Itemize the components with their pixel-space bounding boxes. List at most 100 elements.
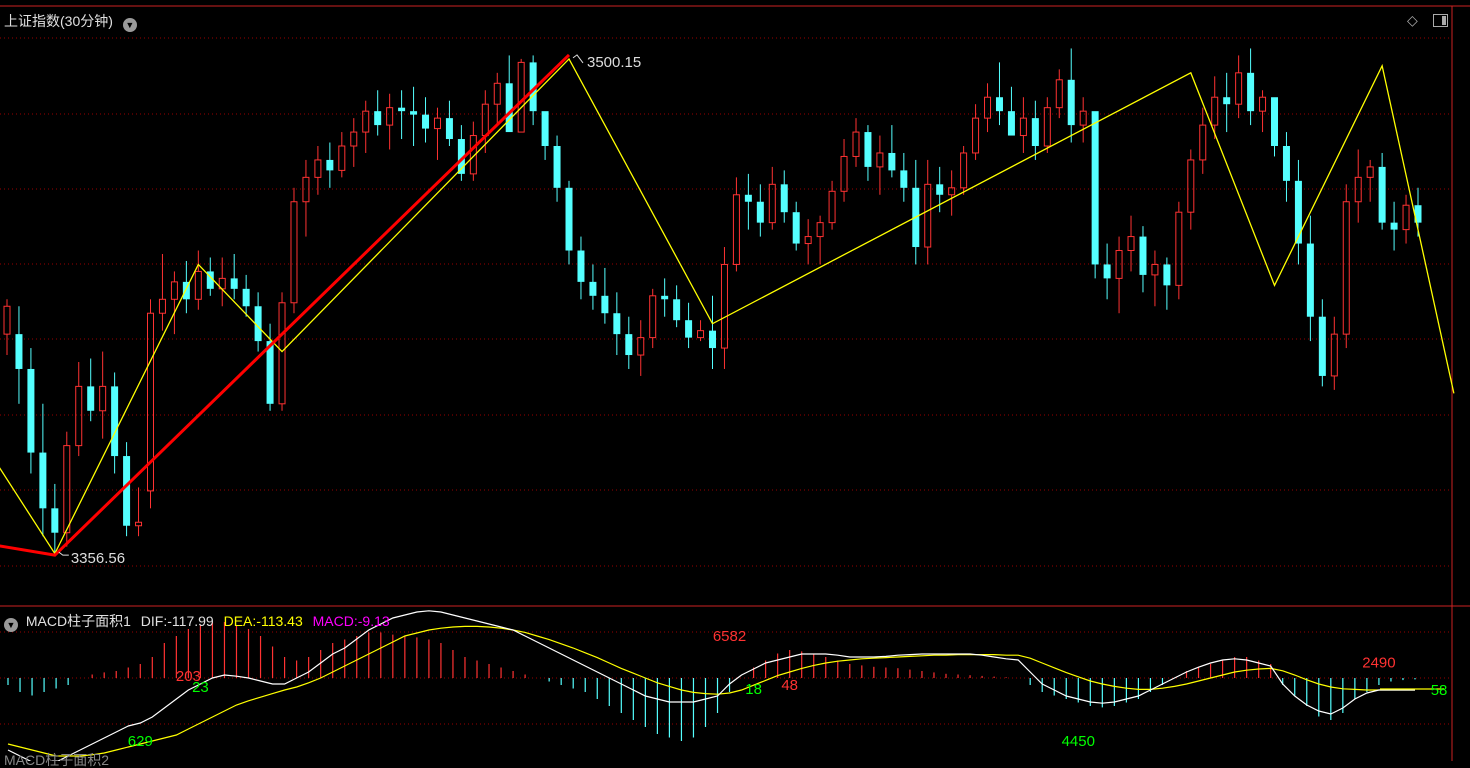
candle-body	[338, 145, 346, 171]
low-price-label: 3356.56	[71, 550, 125, 567]
candle-body	[517, 61, 525, 133]
candle-body	[637, 337, 645, 356]
candle-body	[852, 131, 860, 157]
candle-body	[1271, 97, 1279, 146]
candle-body	[1223, 97, 1231, 105]
candle-body	[924, 183, 932, 248]
candle-body	[876, 152, 884, 168]
chevron-down-circle-icon[interactable]: ▼	[4, 618, 18, 632]
candle-body	[1163, 264, 1171, 286]
candle-body	[1019, 117, 1027, 137]
candle-body	[1103, 264, 1111, 279]
candle-body	[744, 194, 752, 202]
bottom-indicator-header: MACD柱子面积2	[4, 752, 109, 768]
area-label: 23	[192, 679, 209, 696]
candle-body	[1055, 79, 1063, 109]
candle-body	[481, 103, 489, 137]
candle-body	[709, 330, 716, 349]
candle-body	[864, 132, 872, 167]
area-label: 6582	[713, 628, 746, 645]
bottom-indicator-title: MACD柱子面积2	[4, 752, 110, 768]
candle-body	[75, 385, 83, 447]
candle-body	[577, 250, 585, 282]
candle-body	[565, 187, 573, 251]
candle-body	[158, 298, 166, 314]
candle-body	[1235, 72, 1243, 105]
chevron-down-circle-icon[interactable]: ▼	[122, 18, 137, 32]
candle-body	[936, 184, 944, 195]
candle-body	[422, 114, 430, 129]
dea-line	[7, 625, 1415, 757]
candle-body	[170, 281, 178, 300]
dea-value: -113.43	[256, 613, 303, 629]
candle-body	[840, 155, 848, 192]
candle-body	[1247, 72, 1255, 112]
candle-body	[553, 146, 561, 188]
candle-body	[541, 111, 549, 146]
candle-body	[314, 159, 322, 178]
candle-body	[39, 452, 47, 509]
dif-label: DIF:	[140, 613, 168, 629]
candle-body	[720, 263, 728, 349]
candle-body	[1342, 201, 1350, 335]
candle-body	[1259, 96, 1267, 112]
candle-body	[661, 295, 669, 300]
candle-body	[768, 183, 776, 224]
candle-body	[1199, 124, 1207, 161]
candle-body	[948, 187, 956, 196]
candle-body	[87, 386, 95, 411]
candle-body	[350, 131, 358, 147]
candle-body	[804, 236, 812, 245]
candle-body	[135, 521, 143, 527]
diamond-icon[interactable]: ◇	[1407, 12, 1418, 29]
candle-body	[111, 386, 119, 457]
candle-body	[1067, 79, 1075, 126]
candle-body	[1318, 316, 1326, 376]
candle-body	[1175, 211, 1183, 286]
candle-body	[1330, 333, 1338, 377]
candle-body	[1211, 96, 1219, 126]
area-label: 18	[745, 681, 762, 698]
candle-body	[194, 270, 202, 300]
candle-body	[3, 305, 11, 335]
candle-body	[99, 385, 107, 412]
candle-body	[972, 117, 980, 154]
dif-line	[7, 610, 1415, 761]
candle-body	[816, 222, 824, 238]
candle-body	[900, 170, 908, 188]
candle-body	[732, 194, 740, 265]
dif-value: -117.99	[167, 613, 214, 629]
candle-body	[1390, 222, 1398, 230]
candle-body	[601, 295, 609, 314]
zigzag-line	[0, 57, 1455, 555]
area-label: 58	[1431, 682, 1448, 699]
candle-body	[960, 152, 968, 189]
dea-label: DEA:	[223, 613, 257, 629]
candle-body	[398, 107, 406, 112]
macd-title: MACD柱子面积1	[25, 613, 131, 629]
chart-canvas: 6292032365821848445024905825887292419841…	[0, 5, 1470, 761]
candle-body	[649, 295, 657, 339]
candle-body	[302, 176, 310, 203]
candle-body	[589, 281, 597, 296]
candle-body	[362, 110, 370, 133]
candle-body	[1127, 236, 1135, 252]
candle-body	[984, 96, 992, 119]
main-chart-header: 上证指数(30分钟) ▼	[4, 13, 137, 32]
candle-body	[1151, 263, 1159, 276]
candle-body	[685, 320, 693, 338]
candle-body	[410, 111, 418, 115]
candle-body	[374, 111, 382, 126]
macd-label: MACD:	[312, 613, 358, 629]
area-label: 4450	[1062, 733, 1095, 750]
grid-layer	[0, 5, 1470, 761]
candle-body	[888, 152, 896, 171]
candle-body	[266, 341, 274, 404]
macd-header: ▼ MACD柱子面积1 DIF:-117.99 DEA:-113.43 MACD…	[4, 613, 390, 632]
candle-body	[1354, 176, 1362, 203]
candle-body	[1306, 243, 1314, 317]
candle-body	[27, 368, 35, 453]
chart-title: 上证指数(30分钟)	[4, 13, 113, 29]
window-icon[interactable]	[1433, 14, 1448, 27]
candles-layer	[3, 48, 1422, 554]
